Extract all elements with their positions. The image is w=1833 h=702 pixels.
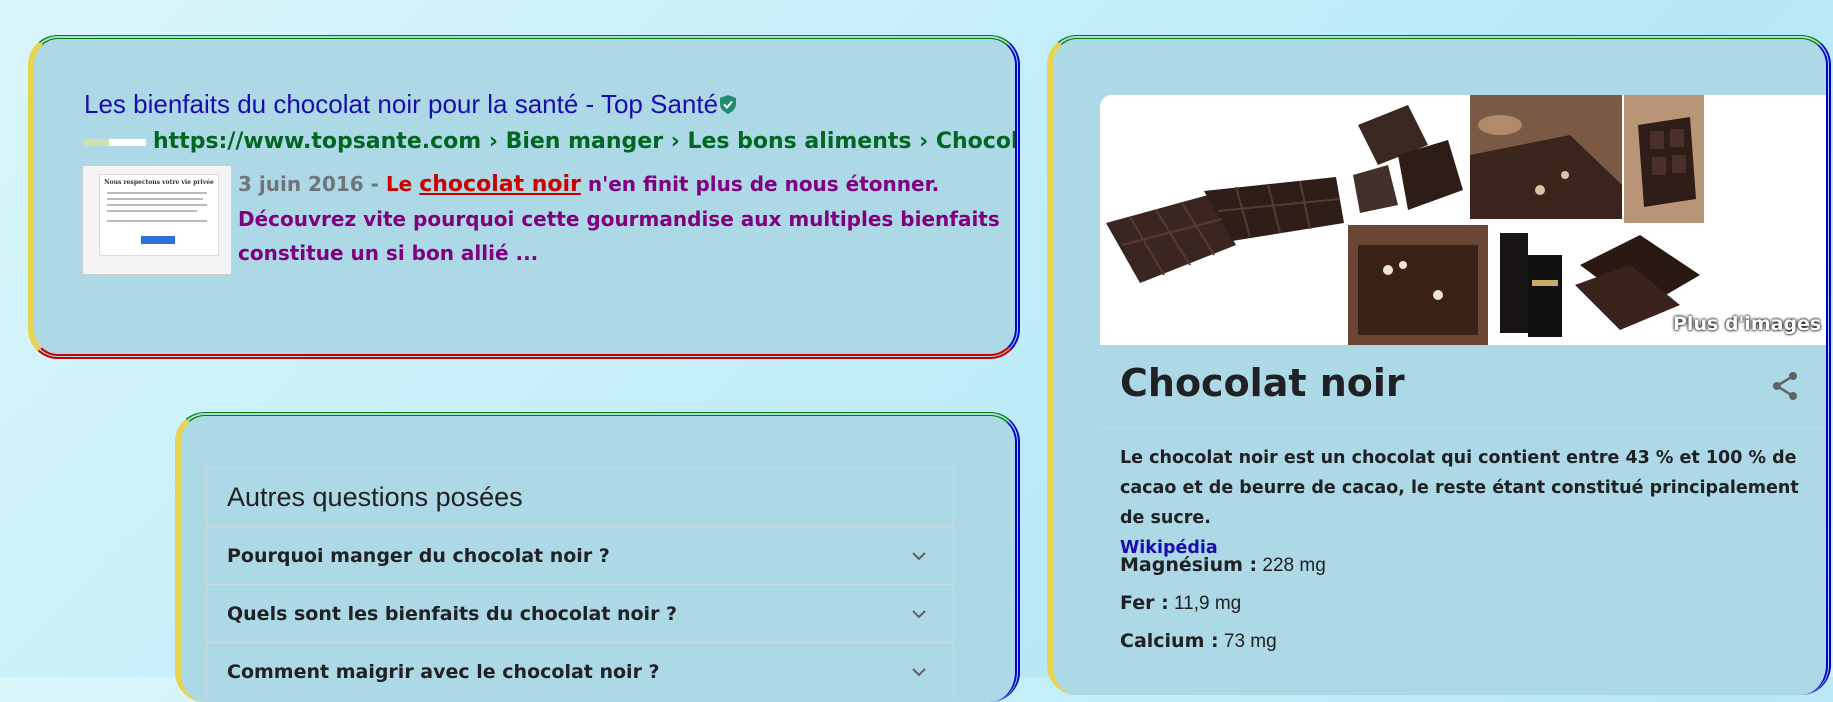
result-title: Les bienfaits du chocolat noir pour la s… [84, 89, 719, 119]
knowledge-panel-description: Le chocolat noir est un chocolat qui con… [1120, 443, 1820, 563]
result-snippet: 3 juin 2016 - Le chocolat noir n'en fini… [238, 167, 1015, 270]
thumbnail-button [141, 236, 175, 244]
result-url: https://www.topsante.com › Bien manger ›… [153, 129, 1020, 154]
description-text: Le chocolat noir est un chocolat qui con… [1120, 448, 1799, 528]
fact-label[interactable]: Fer : [1120, 592, 1169, 614]
thumbnail-line [107, 204, 207, 206]
thumbnail-line [107, 220, 207, 222]
chocolate-box-image [1348, 225, 1488, 345]
gallery-image-chocolate-pieces[interactable] [1348, 95, 1468, 219]
snippet-highlight: chocolat noir [419, 172, 581, 197]
gallery-image-chocolate-box[interactable] [1348, 225, 1488, 345]
gallery-image-chocolate-package[interactable] [1490, 225, 1568, 345]
chevron-down-icon [912, 609, 926, 618]
chocolate-package-image [1500, 233, 1562, 337]
gallery-image-chocolate-tablet[interactable] [1624, 95, 1704, 223]
chevron-down-icon [912, 667, 926, 676]
paa-question-text: Comment maigrir avec le chocolat noir ? [227, 660, 660, 683]
result-title-link[interactable]: Les bienfaits du chocolat noir pour la s… [84, 89, 737, 120]
chevron-down-icon [912, 551, 926, 560]
fact-row: Magnésium : 228 mg [1120, 554, 1326, 577]
people-also-ask-card: Autres questions posées Pourquoi manger … [175, 412, 1020, 702]
favicon [84, 138, 146, 146]
knowledge-panel: Plus d'images Chocolat noir Le chocolat … [1047, 35, 1831, 695]
more-images-link[interactable]: Plus d'images [1673, 313, 1821, 335]
chocolate-tablet-image [1624, 95, 1704, 223]
fact-label[interactable]: Calcium : [1120, 630, 1219, 652]
paa-heading: Autres questions posées [227, 481, 523, 512]
gallery-image-chocolate-bar[interactable] [1100, 95, 1346, 345]
chocolate-pieces-image [1353, 105, 1463, 213]
result-thumbnail[interactable]: Nous respectons votre vie privée [82, 165, 232, 275]
knowledge-panel-title: Chocolat noir [1120, 361, 1405, 405]
fact-row: Fer : 11,9 mg [1120, 592, 1241, 615]
fact-value: 11,9 mg [1173, 593, 1242, 614]
image-gallery[interactable]: Plus d'images [1100, 95, 1826, 345]
divider [1100, 427, 1826, 428]
fact-row: Calcium : 73 mg [1120, 630, 1277, 653]
thumbnail-dialog-title: Nous respectons votre vie privée [104, 179, 214, 186]
paa-question-text: Pourquoi manger du chocolat noir ? [227, 544, 610, 567]
paa-question[interactable]: Comment maigrir avec le chocolat noir ? [207, 642, 953, 700]
chocolate-bar-image [1106, 177, 1344, 283]
paa-question-text: Quels sont les bienfaits du chocolat noi… [227, 602, 678, 625]
verified-shield-icon [720, 95, 737, 114]
thumbnail-line [107, 192, 207, 194]
result-date: 3 juin 2016 - [238, 172, 379, 196]
paa-question[interactable]: Quels sont les bienfaits du chocolat noi… [207, 584, 953, 642]
fact-value: 73 mg [1223, 631, 1277, 652]
fact-value: 228 mg [1262, 555, 1326, 576]
thumbnail-line [107, 198, 203, 200]
fact-label[interactable]: Magnésium : [1120, 554, 1257, 576]
snippet-prefix: Le [385, 172, 413, 196]
result-url-line[interactable]: https://www.topsante.com › Bien manger ›… [84, 129, 1020, 154]
chocolate-nuts-image [1470, 95, 1622, 219]
search-result-card: Les bienfaits du chocolat noir pour la s… [28, 35, 1020, 359]
gallery-image-chocolate-nuts[interactable] [1470, 95, 1622, 219]
share-icon[interactable] [1771, 371, 1799, 401]
thumbnail-line [107, 210, 197, 212]
paa-list: Autres questions posées Pourquoi manger … [206, 467, 954, 700]
paa-question[interactable]: Pourquoi manger du chocolat noir ? [207, 526, 953, 584]
